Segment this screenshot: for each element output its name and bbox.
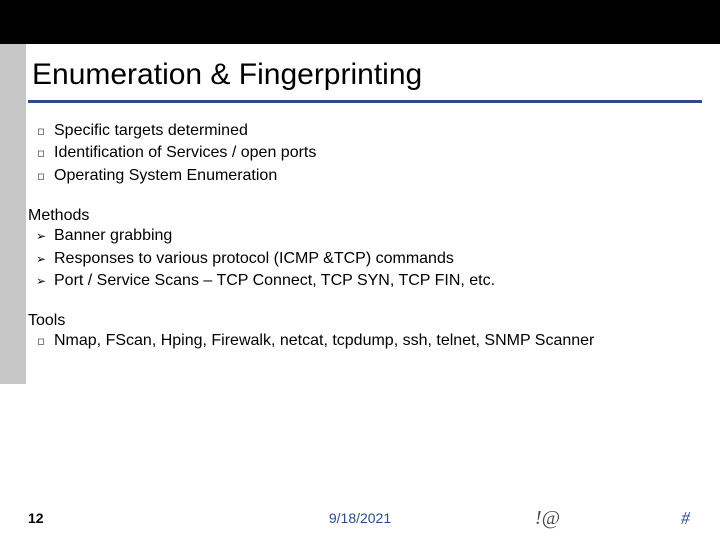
square-bullet-icon: ◻ — [28, 142, 54, 160]
list-item-text: Responses to various protocol (ICMP &TCP… — [54, 248, 454, 270]
slide-number: 12 — [28, 510, 44, 526]
title-underline — [28, 100, 702, 103]
gray-sidebar — [0, 44, 26, 384]
square-bullet-icon: ◻ — [28, 330, 54, 348]
square-bullet-icon: ◻ — [28, 165, 54, 183]
list-item-text: Banner grabbing — [54, 225, 172, 247]
top-black-bar — [0, 0, 720, 44]
square-bullet-icon: ◻ — [28, 120, 54, 138]
footer-symbol-2: # — [681, 508, 690, 529]
footer: 12 9/18/2021 !@ # — [0, 510, 720, 526]
list-item: ➢ Banner grabbing — [28, 225, 702, 247]
list-item-text: Operating System Enumeration — [54, 165, 277, 187]
list-item-text: Nmap, FScan, Hping, Firewalk, netcat, tc… — [54, 330, 594, 352]
content-area: ◻ Specific targets determined ◻ Identifi… — [28, 120, 702, 373]
footer-date: 9/18/2021 — [329, 510, 391, 526]
list-item-text: Specific targets determined — [54, 120, 248, 142]
tools-label: Tools — [28, 312, 702, 330]
slide-title: Enumeration & Fingerprinting — [32, 58, 422, 92]
list-item: ➢ Responses to various protocol (ICMP &T… — [28, 248, 702, 270]
list-item-text: Port / Service Scans – TCP Connect, TCP … — [54, 270, 495, 292]
list-item: ◻ Identification of Services / open port… — [28, 142, 702, 164]
methods-label: Methods — [28, 207, 702, 225]
arrow-bullet-icon: ➢ — [28, 225, 54, 245]
targets-list: ◻ Specific targets determined ◻ Identifi… — [28, 120, 702, 187]
list-item-text: Identification of Services / open ports — [54, 142, 316, 164]
arrow-bullet-icon: ➢ — [28, 248, 54, 268]
arrow-bullet-icon: ➢ — [28, 270, 54, 290]
list-item: ◻ Nmap, FScan, Hping, Firewalk, netcat, … — [28, 330, 702, 352]
footer-symbol-1: !@ — [535, 507, 560, 530]
list-item: ◻ Specific targets determined — [28, 120, 702, 142]
tools-list: ◻ Nmap, FScan, Hping, Firewalk, netcat, … — [28, 330, 702, 352]
methods-list: ➢ Banner grabbing ➢ Responses to various… — [28, 225, 702, 292]
list-item: ◻ Operating System Enumeration — [28, 165, 702, 187]
list-item: ➢ Port / Service Scans – TCP Connect, TC… — [28, 270, 702, 292]
